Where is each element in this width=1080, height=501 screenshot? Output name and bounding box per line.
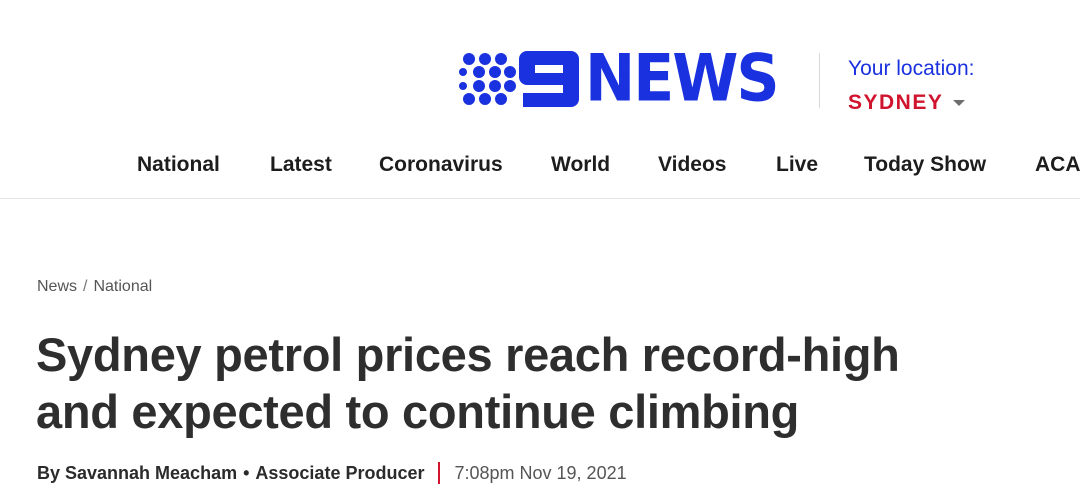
headline-line-2: and expected to continue climbing [36, 385, 800, 438]
headline-line-1: Sydney petrol prices reach record-high [36, 328, 900, 381]
breadcrumb-news[interactable]: News [37, 278, 77, 295]
main-nav: National Latest Coronavirus World Videos… [0, 150, 1080, 180]
logo-news-text: NEWS [585, 41, 780, 117]
nine-dots-icon [459, 53, 516, 105]
page: NEWS Your location: SYDNEY National Late… [0, 0, 1080, 501]
header-divider [819, 53, 820, 108]
nav-item-aca[interactable]: ACA [1035, 150, 1080, 180]
publish-time: 7:08pm Nov 19, 2021 [454, 463, 627, 483]
location-selector: Your location: SYDNEY [848, 56, 1048, 116]
breadcrumb-separator: / [83, 278, 88, 295]
nav-item-latest[interactable]: Latest [270, 150, 332, 180]
caret-down-icon [953, 100, 966, 106]
breadcrumb-national[interactable]: National [93, 278, 152, 295]
location-city: SYDNEY [848, 91, 944, 114]
nine-numeral-icon [519, 51, 579, 107]
nav-item-videos[interactable]: Videos [658, 150, 726, 180]
location-label: Your location: [848, 57, 975, 80]
site-header: NEWS Your location: SYDNEY National Late… [0, 0, 1080, 199]
nav-item-coronavirus[interactable]: Coronavirus [379, 150, 503, 180]
nav-item-world[interactable]: World [551, 150, 610, 180]
nine-news-logo[interactable]: NEWS [459, 41, 780, 117]
nav-item-today-show[interactable]: Today Show [864, 150, 986, 180]
article-headline: Sydney petrol prices reach record-high a… [36, 326, 1036, 440]
location-dropdown[interactable]: SYDNEY [848, 90, 1048, 116]
author-name[interactable]: By Savannah Meacham [37, 461, 237, 485]
author-role: Associate Producer [255, 463, 425, 483]
byline-divider [438, 462, 441, 484]
byline-dot: • [243, 463, 250, 483]
nav-item-live[interactable]: Live [776, 150, 818, 180]
article-byline: By Savannah Meacham • Associate Producer… [37, 461, 627, 485]
nav-item-national[interactable]: National [137, 150, 220, 180]
breadcrumb: News / National [37, 276, 152, 298]
